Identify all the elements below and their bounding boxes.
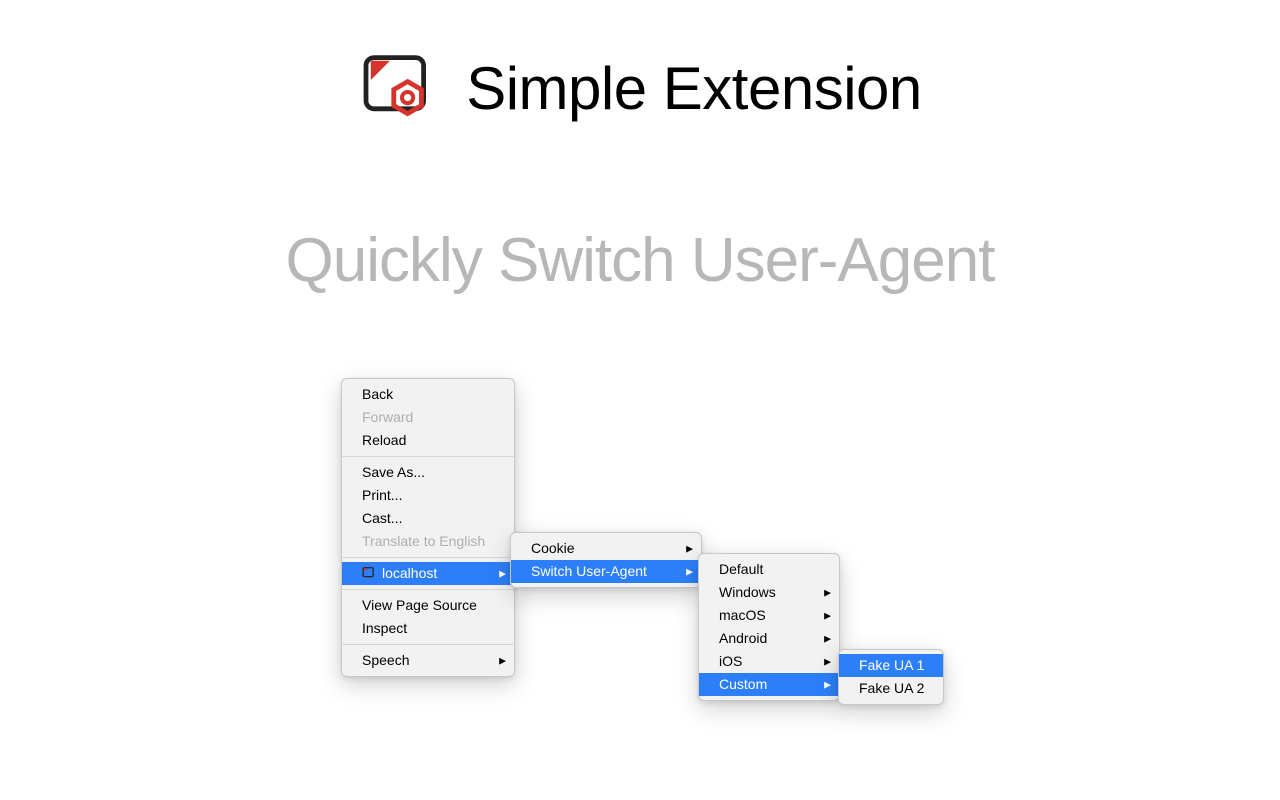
menu-item-label: Windows xyxy=(719,584,776,600)
menu-item-speech[interactable]: Speech ▶ xyxy=(342,649,514,672)
app-logo-icon xyxy=(358,48,438,128)
menu-item-inspect[interactable]: Inspect xyxy=(342,617,514,640)
menu-item-ua-default[interactable]: Default xyxy=(699,558,839,581)
menu-item-cast[interactable]: Cast... xyxy=(342,507,514,530)
menu-item-label: Switch User-Agent xyxy=(531,563,647,579)
menu-item-ua-ios[interactable]: iOS ▶ xyxy=(699,650,839,673)
menu-divider xyxy=(342,644,514,645)
chevron-right-icon: ▶ xyxy=(686,539,693,558)
extension-favicon-icon xyxy=(362,566,376,580)
chevron-right-icon: ▶ xyxy=(824,606,831,625)
menu-item-label: iOS xyxy=(719,653,742,669)
chevron-right-icon: ▶ xyxy=(499,564,506,583)
menu-item-save-as[interactable]: Save As... xyxy=(342,461,514,484)
chevron-right-icon: ▶ xyxy=(686,562,693,581)
menu-item-print[interactable]: Print... xyxy=(342,484,514,507)
menu-item-fake-ua-2[interactable]: Fake UA 2 xyxy=(839,677,943,700)
page-subtitle: Quickly Switch User-Agent xyxy=(0,225,1280,296)
menu-item-ua-custom[interactable]: Custom ▶ xyxy=(699,673,839,696)
menu-item-label: Android xyxy=(719,630,767,646)
menu-item-translate: Translate to English xyxy=(342,530,514,553)
menu-item-ua-windows[interactable]: Windows ▶ xyxy=(699,581,839,604)
chevron-right-icon: ▶ xyxy=(824,652,831,671)
chevron-right-icon: ▶ xyxy=(499,651,506,670)
menu-item-cookie[interactable]: Cookie ▶ xyxy=(511,537,701,560)
menu-item-switch-user-agent[interactable]: Switch User-Agent ▶ xyxy=(511,560,701,583)
menu-item-forward: Forward xyxy=(342,406,514,429)
chevron-right-icon: ▶ xyxy=(824,629,831,648)
menu-divider xyxy=(342,456,514,457)
menu-item-ua-android[interactable]: Android ▶ xyxy=(699,627,839,650)
menu-item-label: macOS xyxy=(719,607,766,623)
chevron-right-icon: ▶ xyxy=(824,675,831,694)
menu-item-label: Custom xyxy=(719,676,767,692)
context-menu-custom-ua: Fake UA 1 Fake UA 2 xyxy=(838,649,944,705)
menu-item-back[interactable]: Back xyxy=(342,383,514,406)
chevron-right-icon: ▶ xyxy=(824,583,831,602)
menu-item-ua-macos[interactable]: macOS ▶ xyxy=(699,604,839,627)
app-title: Simple Extension xyxy=(466,54,922,123)
menu-item-view-source[interactable]: View Page Source xyxy=(342,594,514,617)
menu-item-label: localhost xyxy=(382,565,437,581)
menu-item-label: Speech xyxy=(362,652,409,668)
menu-item-fake-ua-1[interactable]: Fake UA 1 xyxy=(839,654,943,677)
menu-divider xyxy=(342,557,514,558)
menu-item-extension-localhost[interactable]: localhost ▶ xyxy=(342,562,514,585)
context-menu-user-agent: Default Windows ▶ macOS ▶ Android ▶ iOS … xyxy=(698,553,840,701)
menu-item-reload[interactable]: Reload xyxy=(342,429,514,452)
header: Simple Extension xyxy=(0,48,1280,128)
menu-divider xyxy=(342,589,514,590)
context-menu-extension: Cookie ▶ Switch User-Agent ▶ xyxy=(510,532,702,588)
context-menu-main: Back Forward Reload Save As... Print... … xyxy=(341,378,515,677)
menu-item-label: Cookie xyxy=(531,540,575,556)
